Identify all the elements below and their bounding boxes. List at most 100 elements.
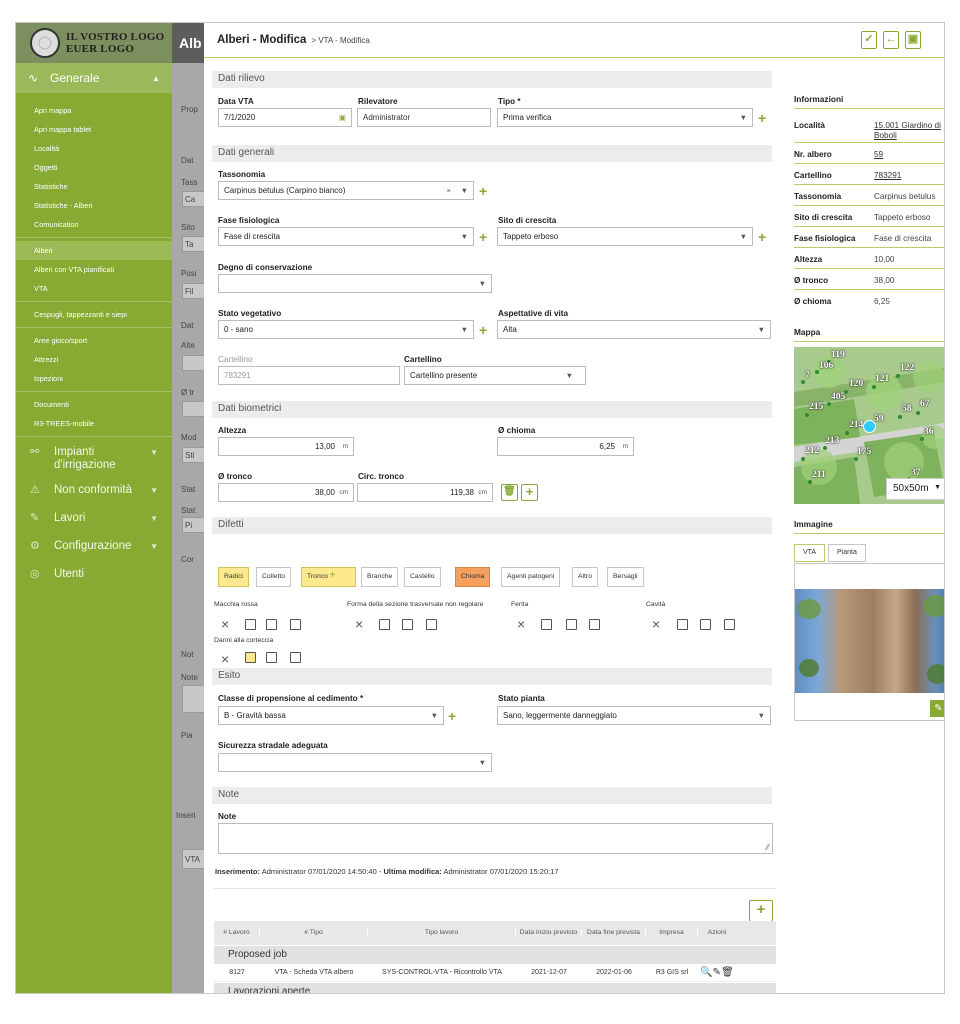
map-view[interactable]: 119 106 7 120 121 122 405 215 58 67 214 … <box>794 347 944 504</box>
add-job-button[interactable]: + <box>749 900 773 922</box>
defect-tab-branche[interactable]: Branche <box>361 567 399 587</box>
defect-checkbox-checked[interactable] <box>245 652 256 663</box>
fase-select[interactable]: Fase di crescita ▼ <box>218 227 474 246</box>
tassonomia-select[interactable]: Carpinus betulus (Carpino bianco) × ▼ <box>218 181 474 200</box>
info-link[interactable]: 15.001 Giardino di Boboli <box>874 121 944 140</box>
info-link[interactable]: 59 <box>874 150 944 160</box>
tree-marker[interactable] <box>845 431 849 435</box>
defect-checkbox[interactable] <box>677 619 688 630</box>
defect-tab-chioma[interactable]: Chioma <box>455 567 491 587</box>
nav-item-oggetti[interactable]: Oggetti <box>16 158 172 177</box>
tree-marker[interactable] <box>872 385 876 389</box>
nav-section-lavori[interactable]: ✎ Lavori ▼ <box>16 506 172 534</box>
add-classe-button[interactable]: + <box>448 709 456 723</box>
info-link[interactable]: 783291 <box>874 171 944 181</box>
aspettative-select[interactable]: Alta ▼ <box>497 320 771 339</box>
nav-item-statistiche[interactable]: Statistiche <box>16 177 172 196</box>
defect-checkbox[interactable] <box>266 652 277 663</box>
search-icon[interactable]: 🔍 <box>700 967 712 978</box>
tree-marker[interactable] <box>898 415 902 419</box>
nav-section-configurazione[interactable]: ⚙ Configurazione ▼ <box>16 534 172 562</box>
clear-defect-icon[interactable]: × <box>221 652 229 666</box>
clear-defect-icon[interactable]: × <box>652 617 660 631</box>
defect-checkbox[interactable] <box>566 619 577 630</box>
nav-section-non-conformita[interactable]: ⚠ Non conformità ▼ <box>16 478 172 506</box>
tree-marker[interactable] <box>808 480 812 484</box>
add-stato-vegetativo-button[interactable]: + <box>479 323 487 337</box>
save-button[interactable]: ▣ <box>905 31 921 49</box>
tree-marker[interactable] <box>916 411 920 415</box>
nav-item-vta[interactable]: VTA <box>16 279 172 298</box>
nav-item-r3-trees-mobile[interactable]: R3-TREES-mobile <box>16 414 172 433</box>
sicurezza-select[interactable]: ▼ <box>218 753 492 772</box>
tree-marker[interactable] <box>827 402 831 406</box>
nav-item-alberi-vta[interactable]: Alberi con VTA pianificati <box>16 260 172 279</box>
clear-icon[interactable]: × <box>447 186 451 195</box>
classe-select[interactable]: B - Gravità bassa ▼ <box>218 706 444 725</box>
nav-item-apri-mappa[interactable]: Apri mappa <box>16 101 172 120</box>
defect-checkbox[interactable] <box>402 619 413 630</box>
nav-item-attrezzi[interactable]: Attrezzi <box>16 350 172 369</box>
defect-checkbox[interactable] <box>724 619 735 630</box>
defect-checkbox[interactable] <box>266 619 277 630</box>
nav-section-utenti[interactable]: ◎ Utenti <box>16 562 172 590</box>
nav-item-ispezioni[interactable]: Ispezioni <box>16 369 172 388</box>
defect-tab-bersagli[interactable]: Bersagli <box>607 567 644 587</box>
data-vta-field[interactable]: 7/1/2020 ▣ <box>218 108 352 127</box>
nav-section-general[interactable]: ∿ Generale ▲ <box>16 63 172 93</box>
map-scale-select[interactable]: 50x50m ▼ <box>886 478 944 500</box>
cartellino-select[interactable]: Cartellino presente ▼ <box>404 366 586 385</box>
defect-checkbox[interactable] <box>379 619 390 630</box>
defect-tab-castello[interactable]: Castello <box>404 567 441 587</box>
tree-marker[interactable] <box>920 437 924 441</box>
nav-section-irrigazione[interactable]: ⚯ Impianti d'irrigazione ▼ <box>16 440 172 478</box>
clear-defect-icon[interactable]: × <box>221 617 229 631</box>
circ-input[interactable]: 119,38 cm <box>357 483 493 502</box>
degno-select[interactable]: ▼ <box>218 274 492 293</box>
nav-item-localita[interactable]: Località <box>16 139 172 158</box>
calendar-icon[interactable]: ▣ <box>339 113 346 122</box>
defect-checkbox[interactable] <box>290 619 301 630</box>
altezza-input[interactable]: 13,00 m <box>218 437 354 456</box>
rilevatore-field[interactable]: Administrator <box>357 108 491 127</box>
tree-marker[interactable] <box>854 457 858 461</box>
add-sito-button[interactable]: + <box>758 230 766 244</box>
delete-tronco-button[interactable]: 🗑 <box>501 484 518 501</box>
defect-checkbox[interactable] <box>290 652 301 663</box>
tree-marker[interactable] <box>805 413 809 417</box>
table-row[interactable]: 8127 VTA - Scheda VTA albero SYS-CONTROL… <box>214 964 776 982</box>
defect-tab-altro[interactable]: Altro <box>572 567 598 587</box>
chioma-input[interactable]: 6,25 m <box>497 437 634 456</box>
stato-vegetativo-select[interactable]: 0 - sano ▼ <box>218 320 474 339</box>
note-textarea[interactable]: ⁄⁄ <box>218 823 773 854</box>
add-tipo-button[interactable]: + <box>758 111 766 125</box>
sito-select[interactable]: Tappeto erboso ▼ <box>497 227 753 246</box>
confirm-button[interactable]: ✓ <box>861 31 877 49</box>
defect-checkbox[interactable] <box>700 619 711 630</box>
pencil-icon[interactable]: ✎ <box>713 967 721 978</box>
back-button[interactable]: ← <box>883 31 899 49</box>
nav-item-documenti[interactable]: Documenti <box>16 395 172 414</box>
add-fase-button[interactable]: + <box>479 230 487 244</box>
nav-item-cespugli[interactable]: Cespugli, tappezzanti e siepi <box>16 305 172 324</box>
trash-icon[interactable]: 🗑 <box>721 967 734 978</box>
defect-tab-agenti-patogeni[interactable]: Agenti patogeni <box>501 567 561 587</box>
defect-checkbox[interactable] <box>589 619 600 630</box>
defect-tab-colletto[interactable]: Colletto <box>256 567 292 587</box>
nav-item-apri-mappa-tablet[interactable]: Apri mappa tablet <box>16 120 172 139</box>
defect-checkbox[interactable] <box>426 619 437 630</box>
stato-pianta-select[interactable]: Sano, leggermente danneggiato ▼ <box>497 706 771 725</box>
defect-tab-tronco[interactable]: Tronco + <box>301 567 356 587</box>
image-tab-vta[interactable]: VTA <box>794 544 826 562</box>
tree-marker[interactable] <box>801 457 805 461</box>
nav-item-alberi[interactable]: Alberi <box>16 241 172 260</box>
defect-tab-radici[interactable]: Radici <box>218 567 249 587</box>
resize-handle-icon[interactable]: ⁄⁄ <box>766 843 769 852</box>
nav-item-aree-gioco[interactable]: Aree gioco/sport <box>16 331 172 350</box>
defect-checkbox[interactable] <box>541 619 552 630</box>
defect-checkbox[interactable] <box>245 619 256 630</box>
add-tronco-button[interactable]: + <box>521 484 538 501</box>
clear-defect-icon[interactable]: × <box>355 617 363 631</box>
clear-defect-icon[interactable]: × <box>517 617 525 631</box>
tronco-input[interactable]: 38,00 cm <box>218 483 354 502</box>
